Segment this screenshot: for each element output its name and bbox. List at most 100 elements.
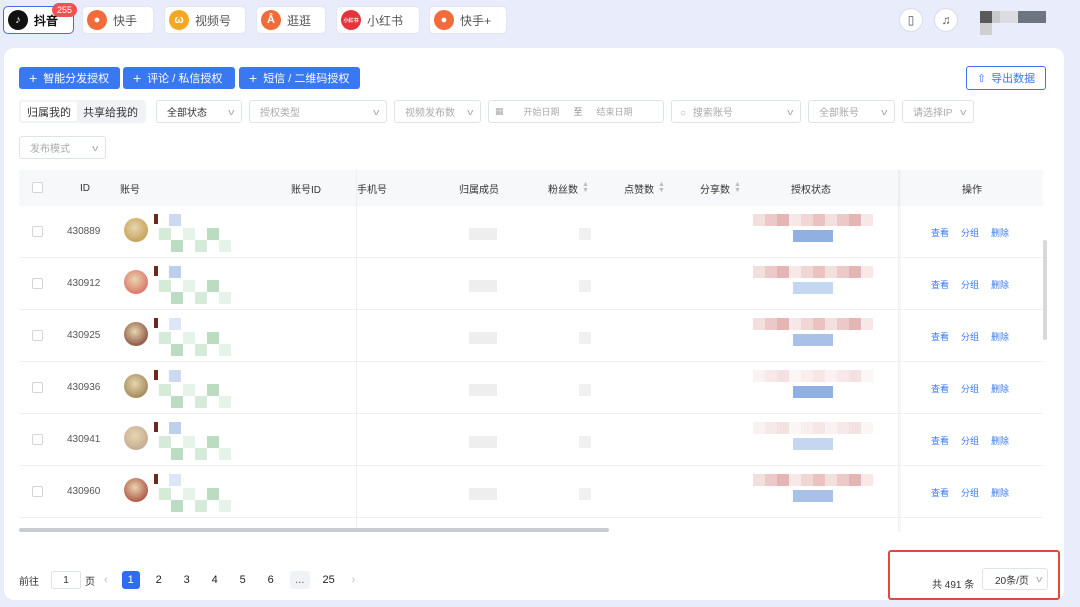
column-header-fans[interactable]: 粉丝数 ▲ ▼ (548, 170, 589, 206)
redacted-member (469, 488, 497, 500)
view-link[interactable]: 查看 (931, 486, 949, 499)
table-row[interactable]: 430941 查看 分组 删除 (19, 414, 1043, 466)
redacted-auth-status (861, 214, 873, 226)
prev-page-icon[interactable]: ‹ (104, 574, 108, 586)
group-link[interactable]: 分组 (961, 434, 979, 447)
status-select[interactable]: 全部状态 v (156, 100, 242, 123)
date-range-picker[interactable]: ▦ 开始日期 至 结束日期 (488, 100, 664, 123)
platform-tab-douyin[interactable]: ♪ 抖音 255 (3, 3, 77, 34)
chevron-down-icon: v (466, 106, 473, 117)
user-avatar[interactable] (980, 11, 1046, 37)
column-header-account: 账号 (120, 184, 140, 196)
group-link[interactable]: 分组 (961, 278, 979, 291)
platform-tab-xiaohongshu[interactable]: 小红书 小红书 (336, 6, 420, 34)
vertical-scrollbar[interactable] (1043, 240, 1047, 340)
select-all-checkbox[interactable] (32, 182, 43, 193)
group-link[interactable]: 分组 (961, 330, 979, 343)
redacted-auth-status (765, 266, 777, 278)
redacted-account-name (169, 370, 181, 382)
page-3[interactable]: 3 (178, 571, 196, 589)
redacted-auth-status (753, 474, 765, 486)
table-row[interactable]: 430936 查看 分组 删除 (19, 362, 1043, 414)
video-count-select[interactable]: 视频发布数 v (394, 100, 481, 123)
select-placeholder: 全部账号 (819, 108, 859, 119)
page-last[interactable]: 25 (320, 571, 338, 589)
redacted-auth-status (813, 266, 825, 278)
table-row[interactable]: 430925 查看 分组 删除 (19, 310, 1043, 362)
chevron-down-icon: v (786, 106, 793, 117)
row-checkbox[interactable] (32, 226, 43, 237)
delete-link[interactable]: 删除 (991, 486, 1009, 499)
platform-tab-guangguang[interactable]: Å 逛逛 (256, 6, 326, 34)
ip-select[interactable]: 请选择IP v (902, 100, 974, 123)
page-size-select[interactable]: 20条/页 v (982, 568, 1048, 590)
group-link[interactable]: 分组 (961, 486, 979, 499)
delete-link[interactable]: 删除 (991, 434, 1009, 447)
view-link[interactable]: 查看 (931, 226, 949, 239)
redacted-auth-status (793, 230, 833, 242)
export-data-button[interactable]: ⇧ 导出数据 (966, 66, 1046, 90)
segment-mine[interactable]: 归属我的 (21, 102, 77, 121)
platform-tab-label: 快手+ (460, 13, 492, 28)
table-row[interactable]: 430960 查看 分组 删除 (19, 466, 1043, 518)
platform-tab-kuaishou[interactable]: ● 快手 (82, 6, 154, 34)
all-accounts-select[interactable]: 全部账号 v (808, 100, 895, 123)
row-checkbox[interactable] (32, 486, 43, 497)
platform-tab-label: 逛逛 (287, 13, 312, 28)
row-checkbox[interactable] (32, 330, 43, 341)
column-header-likes[interactable]: 点赞数 ▲ ▼ (624, 170, 665, 206)
smart-distribution-auth-button[interactable]: + 智能分发授权 (19, 67, 120, 89)
comment-dm-auth-button[interactable]: + 评论 / 私信授权 (123, 67, 235, 89)
row-checkbox[interactable] (32, 278, 43, 289)
redacted-auth-status (861, 422, 873, 434)
row-checkbox[interactable] (32, 434, 43, 445)
group-link[interactable]: 分组 (961, 226, 979, 239)
view-link[interactable]: 查看 (931, 330, 949, 343)
delete-link[interactable]: 删除 (991, 278, 1009, 291)
column-header-shares[interactable]: 分享数 ▲ ▼ (700, 170, 741, 206)
page-5[interactable]: 5 (234, 571, 252, 589)
view-link[interactable]: 查看 (931, 278, 949, 291)
redacted-account-name (195, 500, 207, 512)
redacted-auth-status (825, 474, 837, 486)
page-1[interactable]: 1 (121, 571, 140, 589)
delete-link[interactable]: 删除 (991, 330, 1009, 343)
redacted-auth-status (813, 474, 825, 486)
goto-page-input[interactable]: 1 (51, 571, 81, 589)
delete-link[interactable]: 删除 (991, 226, 1009, 239)
page-ellipsis[interactable]: ... (289, 571, 310, 589)
delete-link[interactable]: 删除 (991, 382, 1009, 395)
sms-qrcode-auth-button[interactable]: + 短信 / 二维码授权 (239, 67, 360, 89)
book-icon[interactable]: ▯ (899, 8, 923, 32)
platform-tab-channels[interactable]: ω 视频号 (164, 6, 246, 34)
redacted-auth-status (861, 266, 873, 278)
redacted-auth-status (753, 370, 765, 382)
group-link[interactable]: 分组 (961, 382, 979, 395)
redacted-account-name (183, 280, 195, 292)
account-search-select[interactable]: ○ 搜索账号 v (671, 100, 801, 123)
row-checkbox[interactable] (32, 382, 43, 393)
next-page-icon[interactable]: › (352, 574, 356, 586)
auth-type-select[interactable]: 授权类型 v (249, 100, 387, 123)
horizontal-scrollbar[interactable] (19, 528, 609, 532)
publish-mode-select[interactable]: 发布模式 v (19, 136, 106, 159)
redacted-account-name (154, 370, 158, 380)
chevron-down-icon: v (959, 106, 966, 117)
table-row[interactable]: 430912 查看 分组 删除 (19, 258, 1043, 310)
redacted-fans (579, 384, 591, 396)
bell-icon[interactable]: ♫ (934, 8, 958, 32)
view-link[interactable]: 查看 (931, 382, 949, 395)
platform-tab-kuaishou-plus[interactable]: ● 快手+ (429, 6, 507, 34)
redacted-auth-status (837, 370, 849, 382)
page-2[interactable]: 2 (150, 571, 168, 589)
end-date-placeholder: 结束日期 (596, 107, 633, 117)
segment-shared[interactable]: 共享给我的 (77, 102, 144, 121)
redacted-account-name (183, 228, 195, 240)
table-row[interactable]: 430889 查看 分组 删除 (19, 206, 1043, 258)
page-4[interactable]: 4 (206, 571, 224, 589)
redacted-member (469, 228, 497, 240)
view-link[interactable]: 查看 (931, 434, 949, 447)
redacted-account-name (171, 396, 183, 408)
page-6[interactable]: 6 (262, 571, 280, 589)
redacted-auth-status (753, 318, 765, 330)
